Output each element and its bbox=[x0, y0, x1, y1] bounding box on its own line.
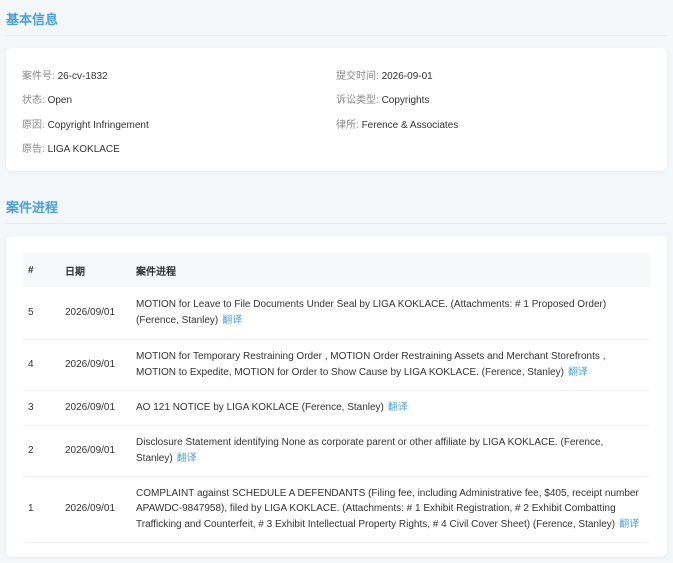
submit-time-label: 提交时间: bbox=[336, 71, 379, 82]
plaintiff-label: 原告: bbox=[22, 144, 45, 155]
status-field: 状态: Open bbox=[22, 91, 72, 106]
row-num: 5 bbox=[28, 307, 34, 318]
plaintiff-field: 原告: LIGA KOKLACE bbox=[22, 140, 120, 155]
row-text-cell: MOTION for Leave to File Documents Under… bbox=[136, 287, 650, 339]
row-num: 3 bbox=[28, 401, 34, 413]
table-row: 3 2026/09/01 AO 121 NOTICE by LIGA KOKLA… bbox=[23, 390, 650, 425]
submit-time-value: 2026-09-01 bbox=[381, 71, 433, 82]
suit-type-label: 诉讼类型: bbox=[336, 95, 379, 106]
row-date: 2026/09/01 bbox=[65, 401, 116, 413]
status-label: 状态: bbox=[22, 95, 45, 106]
cause-field: 原因: Copyright Infringement bbox=[22, 116, 149, 131]
case-number-value: 26-cv-1832 bbox=[57, 71, 108, 82]
header-num: # bbox=[28, 264, 34, 276]
case-progress-table: # 日期 案件进程 5 2026/09/01 MOTION for Leave … bbox=[23, 253, 650, 543]
row-text: COMPLAINT against SCHEDULE A DEFENDANTS … bbox=[136, 487, 639, 530]
cause-label: 原因: bbox=[22, 120, 45, 131]
table-row: 4 2026/09/01 MOTION for Temporary Restra… bbox=[23, 339, 650, 390]
basic-info-card: 案件号: 26-cv-1832 提交时间: 2026-09-01 状态: Ope… bbox=[6, 48, 667, 171]
row-text-cell: MOTION for Temporary Restraining Order ,… bbox=[136, 339, 650, 390]
suit-type-value: Copyrights bbox=[381, 95, 430, 106]
table-row: 1 2026/09/01 COMPLAINT against SCHEDULE … bbox=[23, 476, 650, 542]
row-text-cell: COMPLAINT against SCHEDULE A DEFENDANTS … bbox=[136, 476, 650, 542]
row-date: 2026/09/01 bbox=[65, 503, 116, 515]
row-text: MOTION for Leave to File Documents Under… bbox=[136, 299, 607, 326]
law-firm-value: Ference & Associates bbox=[361, 120, 459, 131]
table-row: 5 2026/09/01 MOTION for Leave to File Do… bbox=[23, 287, 650, 339]
row-date: 2026/09/01 bbox=[65, 444, 116, 456]
row-date: 2026/09/01 bbox=[65, 358, 116, 370]
row-num: 2 bbox=[28, 444, 34, 456]
case-progress-divider bbox=[6, 223, 667, 224]
plaintiff-value: LIGA KOKLACE bbox=[47, 144, 120, 155]
row-text: AO 121 NOTICE by LIGA KOKLACE (Ference, … bbox=[136, 401, 384, 413]
row-text-cell: Disclosure Statement identifying None as… bbox=[136, 425, 650, 476]
row-text-cell: AO 121 NOTICE by LIGA KOKLACE (Ference, … bbox=[136, 390, 650, 425]
header-progress: 案件进程 bbox=[136, 266, 176, 278]
cause-value: Copyright Infringement bbox=[47, 120, 149, 131]
case-number-field: 案件号: 26-cv-1832 bbox=[22, 67, 108, 82]
basic-info-divider bbox=[6, 35, 667, 36]
law-firm-field: 律所: Ference & Associates bbox=[336, 116, 458, 131]
table-header-row: # 日期 案件进程 bbox=[23, 253, 650, 287]
basic-info-title: 基本信息 bbox=[6, 12, 59, 27]
translate-link[interactable]: 翻译 bbox=[619, 519, 639, 530]
status-value: Open bbox=[47, 95, 73, 106]
suit-type-field: 诉讼类型: Copyrights bbox=[336, 91, 429, 106]
case-progress-title: 案件进程 bbox=[6, 200, 59, 215]
row-num: 1 bbox=[28, 503, 34, 515]
translate-link[interactable]: 翻译 bbox=[177, 453, 197, 464]
header-date: 日期 bbox=[65, 266, 85, 278]
law-firm-label: 律所: bbox=[336, 120, 359, 131]
row-date: 2026/09/01 bbox=[65, 307, 116, 318]
case-number-label: 案件号: bbox=[22, 71, 55, 82]
submit-time-field: 提交时间: 2026-09-01 bbox=[336, 67, 433, 82]
row-text: MOTION for Temporary Restraining Order ,… bbox=[136, 351, 606, 378]
case-progress-card: # 日期 案件进程 5 2026/09/01 MOTION for Leave … bbox=[6, 236, 667, 557]
table-row: 2 2026/09/01 Disclosure Statement identi… bbox=[23, 425, 650, 476]
row-text: Disclosure Statement identifying None as… bbox=[136, 437, 604, 464]
translate-link[interactable]: 翻译 bbox=[568, 367, 588, 378]
row-num: 4 bbox=[28, 358, 34, 370]
translate-link[interactable]: 翻译 bbox=[388, 402, 408, 413]
translate-link[interactable]: 翻译 bbox=[222, 315, 242, 326]
